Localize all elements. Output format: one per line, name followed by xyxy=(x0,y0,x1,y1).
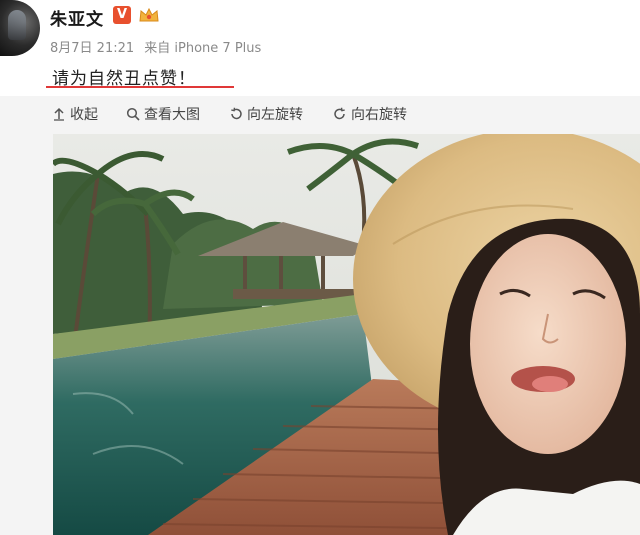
rotate-left-button[interactable]: 向左旋转 xyxy=(229,104,303,124)
rotate-right-button[interactable]: 向右旋转 xyxy=(333,104,407,124)
collapse-button[interactable]: 收起 xyxy=(52,104,98,124)
crown-icon[interactable] xyxy=(138,6,160,24)
verified-badge[interactable]: V xyxy=(113,6,131,24)
post-meta: 8月7日 21:21 来自 iPhone 7 Plus xyxy=(50,37,267,56)
image-toolbar: 收起 查看大图 向左旋转 向右旋转 xyxy=(0,96,640,132)
rotate-left-label: 向左旋转 xyxy=(247,107,303,123)
rotate-right-label: 向右旋转 xyxy=(351,107,407,123)
red-underline xyxy=(46,86,234,88)
post-source: 来自 iPhone 7 Plus xyxy=(144,41,262,56)
post-photo[interactable] xyxy=(53,134,640,535)
avatar[interactable] xyxy=(0,0,40,56)
view-large-label: 查看大图 xyxy=(144,107,200,123)
magnifier-icon xyxy=(126,107,140,121)
rotate-right-icon xyxy=(334,107,345,120)
view-large-button[interactable]: 查看大图 xyxy=(126,104,200,124)
collapse-label: 收起 xyxy=(70,107,98,123)
selfie-image xyxy=(53,134,640,535)
post-header: 朱亚文 V 8月7日 21:21 来自 iPhone 7 Plus 请为自然丑点… xyxy=(0,0,640,96)
username[interactable]: 朱亚文 xyxy=(50,5,104,30)
rotate-left-icon xyxy=(231,107,242,120)
post-date[interactable]: 8月7日 21:21 xyxy=(50,41,134,56)
collapse-icon xyxy=(54,107,64,121)
